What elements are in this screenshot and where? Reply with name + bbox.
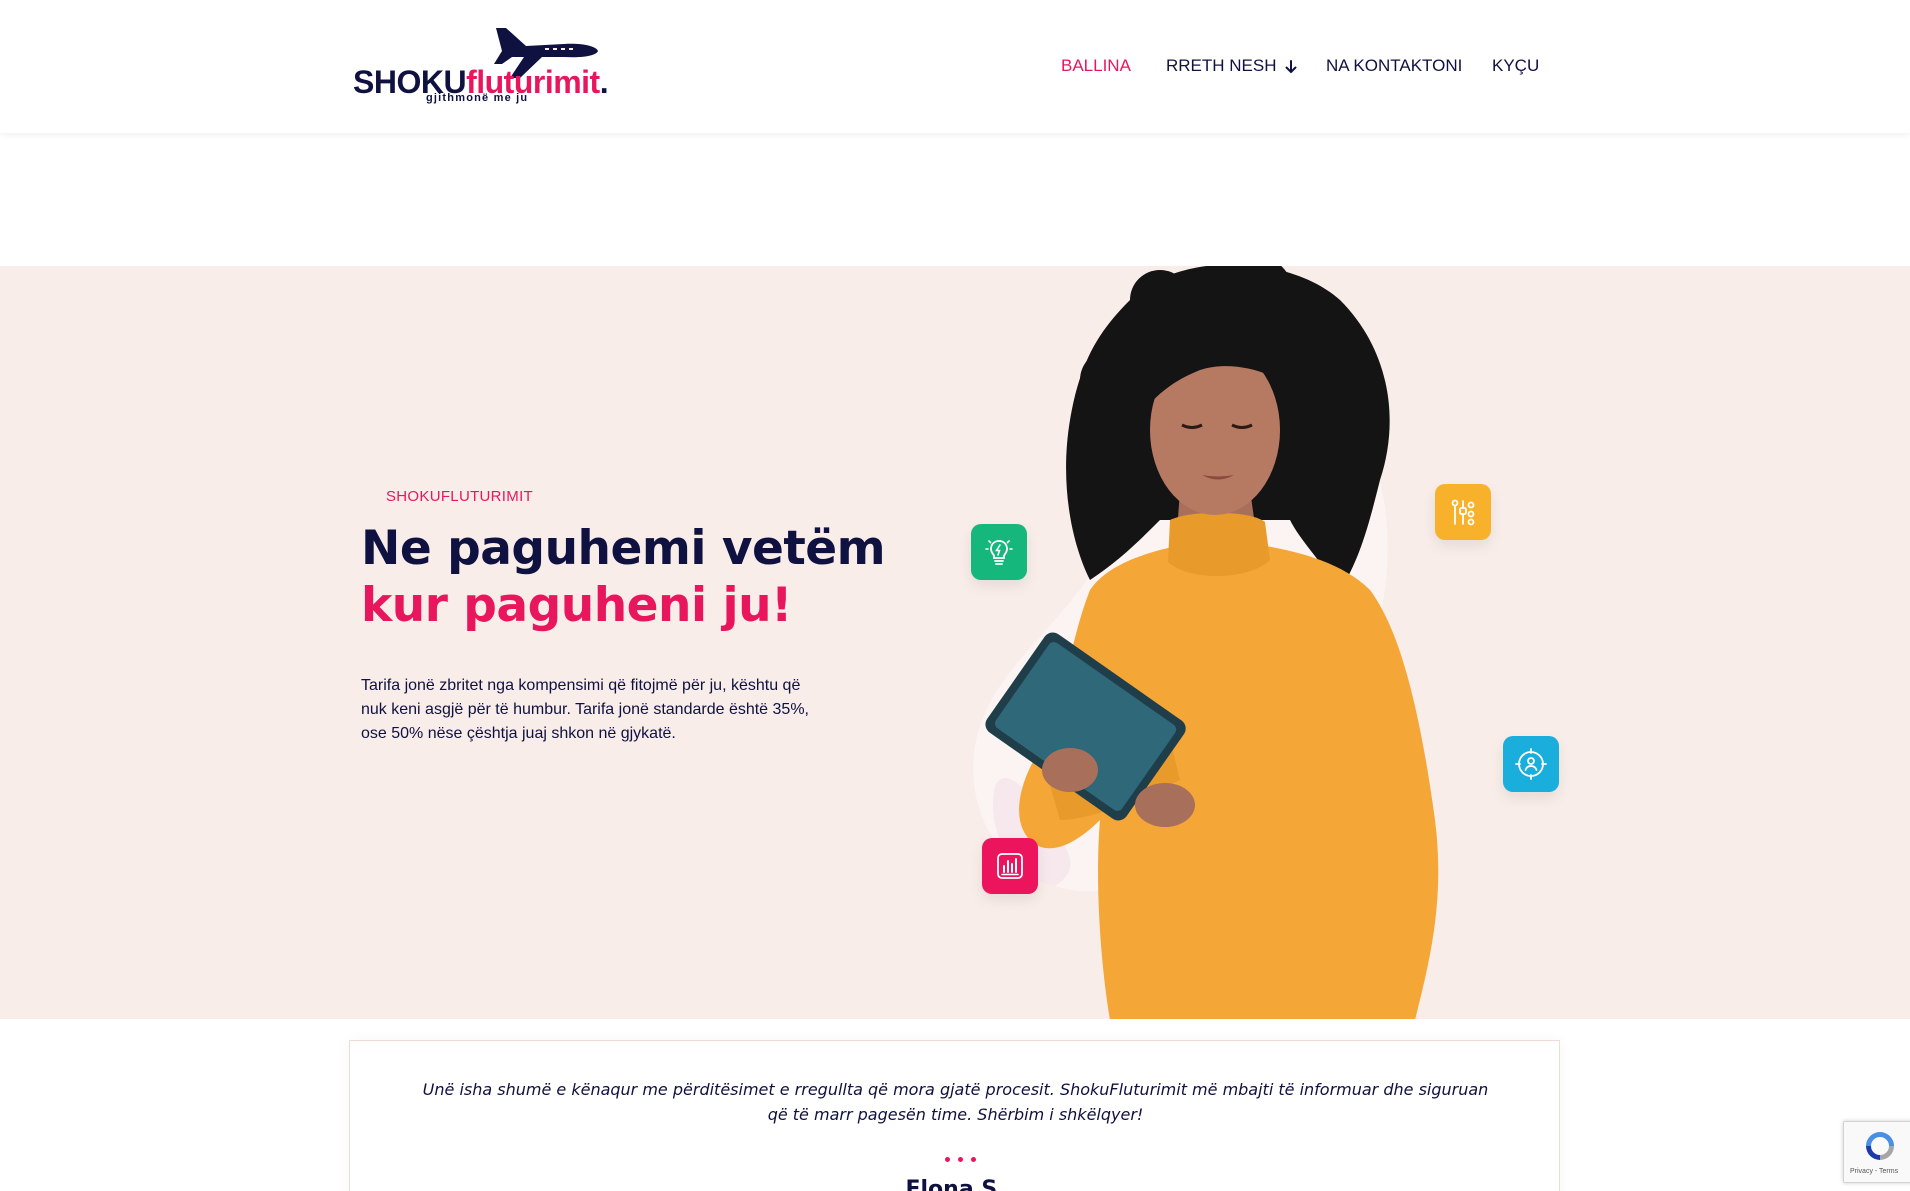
recaptcha-badge[interactable]: Privacy - Terms: [1843, 1121, 1910, 1183]
testimonial-card: Unë isha shumë e kënaqur me përditësimet…: [349, 1040, 1560, 1191]
recaptcha-icon: [1866, 1132, 1894, 1160]
headline-line-2: kur paguheni ju!: [361, 578, 793, 633]
testimonial-quote: Unë isha shumë e kënaqur me përditësimet…: [422, 1080, 1489, 1124]
carousel-dot[interactable]: [957, 1157, 963, 1162]
carousel-dot[interactable]: [944, 1157, 950, 1162]
hero-eyebrow: SHOKUFLUTURIMIT: [386, 488, 533, 505]
user-target-badge: [1503, 736, 1559, 792]
nav-label: RRETH NESH: [1166, 56, 1277, 75]
bar-chart-icon: [997, 853, 1023, 879]
site-header: SHOKUfluturimit. gjithmonë me ju BALLINA…: [0, 0, 1910, 133]
nav-label: NA KONTAKTONI: [1326, 56, 1463, 75]
nav-label: KYÇU: [1492, 56, 1540, 75]
nav-item-ballina[interactable]: BALLINA: [1061, 54, 1131, 78]
lightbulb-badge: [971, 524, 1027, 580]
hero-headline: Ne paguhemi vetëm kur paguheni ju!: [361, 520, 886, 634]
sliders-icon: [1451, 499, 1475, 526]
hero-description: Tarifa jonë zbritet nga kompensimi që fi…: [361, 677, 809, 742]
bar-chart-badge: [982, 838, 1038, 894]
lightbulb-icon: [985, 540, 1013, 565]
woman-with-tablet-image: [985, 266, 1439, 1019]
main-nav: BALLINA RRETH NESH NA KONTAKTONI KYÇU: [0, 54, 1910, 78]
user-target-icon: [1515, 748, 1547, 780]
nav-label: BALLINA: [1061, 56, 1131, 75]
nav-item-rreth-nesh[interactable]: RRETH NESH: [1166, 54, 1297, 78]
recaptcha-links[interactable]: Privacy - Terms: [1850, 1168, 1898, 1175]
hero-section: SHOKUFLUTURIMIT Ne paguhemi vetëm kur pa…: [0, 266, 1910, 1019]
arrow-down-icon: [1285, 59, 1297, 73]
carousel-dots[interactable]: [940, 1157, 980, 1165]
sliders-badge: [1435, 484, 1491, 540]
testimonial-author: Elona S.: [905, 1177, 1006, 1191]
headline-line-1: Ne paguhemi vetëm: [361, 521, 886, 576]
logo-tagline: gjithmonë me ju: [426, 92, 529, 104]
nav-item-kycu[interactable]: KYÇU: [1492, 54, 1539, 78]
nav-item-na-kontaktoni[interactable]: NA KONTAKTONI: [1326, 54, 1462, 78]
carousel-dot[interactable]: [970, 1157, 976, 1162]
